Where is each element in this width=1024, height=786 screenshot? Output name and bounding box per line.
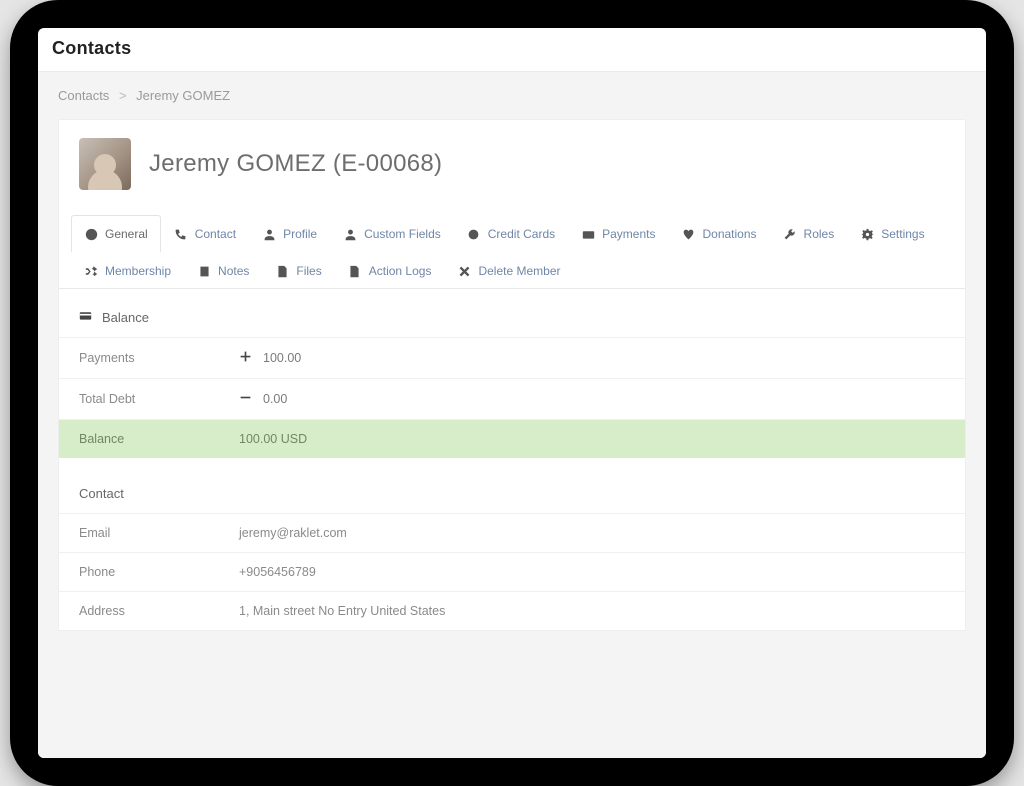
balance-section-header: Balance — [59, 289, 965, 337]
tab-label: Notes — [218, 264, 249, 278]
balance-value: 100.00 USD — [219, 420, 965, 459]
contact-section: Contact Email jeremy@raklet.com Phone +9… — [59, 468, 965, 630]
tab-contact[interactable]: Contact — [161, 215, 249, 252]
card-icon — [79, 309, 92, 325]
table-row: Payments 100.00 — [59, 338, 965, 379]
tab-roles[interactable]: Roles — [770, 215, 848, 252]
balance-label: Balance — [59, 420, 219, 459]
tab-label: Profile — [283, 227, 317, 241]
shuffle-icon — [84, 265, 98, 278]
page-title: Contacts — [52, 38, 972, 59]
contact-header: Jeremy GOMEZ (E-00068) — [59, 120, 965, 214]
gear-icon — [860, 228, 874, 241]
contact-section-header: Contact — [59, 468, 965, 513]
avatar — [79, 138, 131, 190]
tab-label: Action Logs — [369, 264, 432, 278]
table-row: Phone +9056456789 — [59, 553, 965, 592]
breadcrumb-current: Jeremy GOMEZ — [136, 88, 230, 103]
tab-payments[interactable]: Payments — [568, 215, 668, 252]
tab-label: Membership — [105, 264, 171, 278]
balance-section-label: Balance — [102, 310, 149, 325]
email-value: jeremy@raklet.com — [219, 514, 965, 553]
tab-settings[interactable]: Settings — [847, 215, 937, 252]
email-label: Email — [59, 514, 219, 553]
table-row: Email jeremy@raklet.com — [59, 514, 965, 553]
payments-value: 100.00 — [263, 351, 301, 365]
tablet-frame: Contacts Contacts > Jeremy GOMEZ Jeremy … — [10, 0, 1014, 786]
address-value: 1, Main street No Entry United States — [219, 592, 965, 631]
tab-label: Files — [296, 264, 321, 278]
breadcrumb: Contacts > Jeremy GOMEZ — [38, 72, 986, 119]
tab-custom-fields[interactable]: Custom Fields — [330, 215, 454, 252]
phone-label: Phone — [59, 553, 219, 592]
contact-display-name: Jeremy GOMEZ (E-00068) — [149, 150, 442, 178]
heart-icon — [681, 228, 695, 241]
info-icon — [84, 228, 98, 241]
tab-label: Settings — [881, 227, 924, 241]
breadcrumb-separator: > — [119, 88, 127, 103]
contact-card: Jeremy GOMEZ (E-00068) General Contact P… — [58, 119, 966, 631]
content-area: Jeremy GOMEZ (E-00068) General Contact P… — [38, 119, 986, 758]
tab-label: Delete Member — [478, 264, 560, 278]
card-icon — [581, 228, 595, 241]
tab-label: General — [105, 227, 148, 241]
debt-label: Total Debt — [59, 379, 219, 420]
tab-label: Payments — [602, 227, 655, 241]
contact-table: Email jeremy@raklet.com Phone +905645678… — [59, 513, 965, 630]
credit-card-icon — [467, 228, 481, 241]
minus-icon — [239, 391, 249, 407]
tab-action-logs[interactable]: Action Logs — [335, 252, 445, 289]
tab-label: Credit Cards — [488, 227, 555, 241]
tab-label: Contact — [195, 227, 236, 241]
table-row: Address 1, Main street No Entry United S… — [59, 592, 965, 631]
phone-icon — [174, 228, 188, 241]
user-icon — [343, 228, 357, 241]
tab-general[interactable]: General — [71, 215, 161, 252]
file-icon — [348, 265, 362, 278]
table-row: Total Debt 0.00 — [59, 379, 965, 420]
tab-label: Donations — [702, 227, 756, 241]
tab-donations[interactable]: Donations — [668, 215, 769, 252]
payments-label: Payments — [59, 338, 219, 379]
app-screen: Contacts Contacts > Jeremy GOMEZ Jeremy … — [38, 28, 986, 758]
tab-delete-member[interactable]: Delete Member — [444, 252, 573, 289]
debt-value: 0.00 — [263, 392, 287, 406]
user-icon — [262, 228, 276, 241]
tab-profile[interactable]: Profile — [249, 215, 330, 252]
phone-value: +9056456789 — [219, 553, 965, 592]
tab-membership[interactable]: Membership — [71, 252, 184, 289]
tab-files[interactable]: Files — [262, 252, 334, 289]
balance-table: Payments 100.00 Total Debt — [59, 337, 965, 458]
page-header: Contacts — [38, 28, 986, 72]
tab-credit-cards[interactable]: Credit Cards — [454, 215, 568, 252]
breadcrumb-root-link[interactable]: Contacts — [58, 88, 109, 103]
tab-bar: General Contact Profile Custom Fields — [59, 214, 965, 289]
tab-notes[interactable]: Notes — [184, 252, 262, 289]
wrench-icon — [783, 228, 797, 241]
table-row-balance: Balance 100.00 USD — [59, 420, 965, 459]
balance-section: Balance Payments 100.00 — [59, 289, 965, 458]
plus-icon — [239, 350, 249, 366]
tab-label: Custom Fields — [364, 227, 441, 241]
file-icon — [275, 265, 289, 278]
close-icon — [457, 265, 471, 278]
contact-section-label: Contact — [79, 486, 124, 501]
note-icon — [197, 265, 211, 278]
address-label: Address — [59, 592, 219, 631]
tab-label: Roles — [804, 227, 835, 241]
